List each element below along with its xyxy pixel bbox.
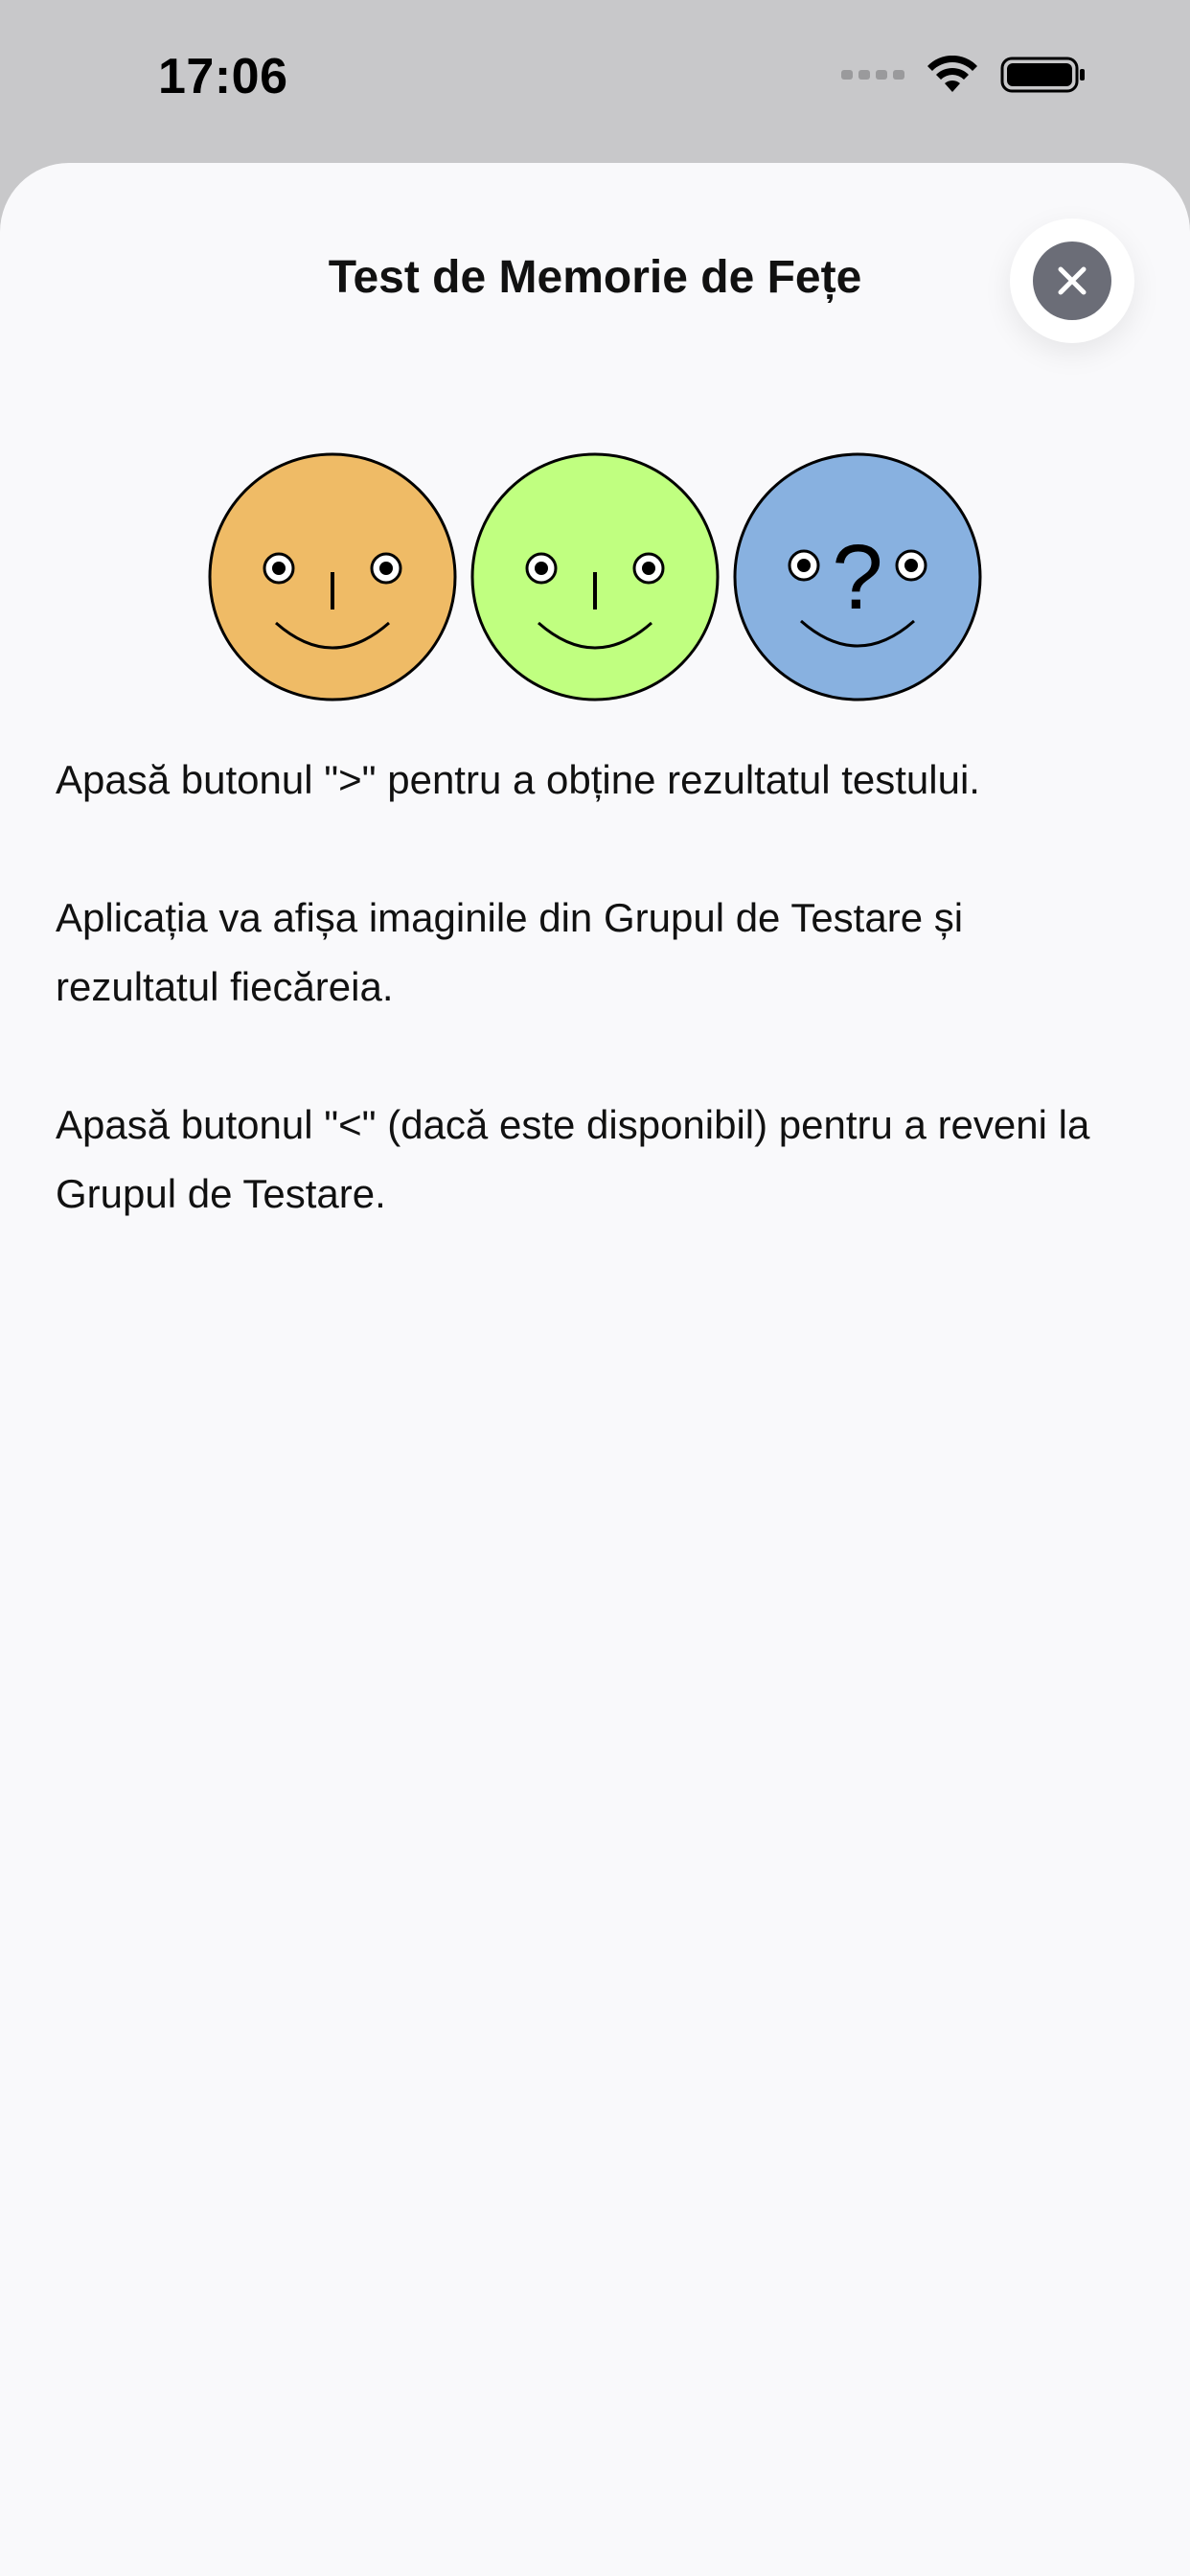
close-icon (1058, 266, 1087, 295)
close-button[interactable] (1033, 242, 1111, 320)
cellular-signal-icon (841, 70, 904, 80)
status-icons (841, 56, 1087, 94)
status-bar: 17:06 (0, 0, 1190, 163)
instruction-paragraph: Apasă butonul ">" pentru a obține rezult… (56, 757, 980, 802)
close-button-container (1010, 218, 1134, 343)
wifi-icon (927, 56, 977, 92)
sheet-modal: Test de Memorie de Fețe ? Apasă butonul … (0, 163, 1190, 2576)
face-blue-question: ? (733, 452, 982, 702)
screen: 17:06 Test de Memorie de Fețe ? Apasă bu… (0, 0, 1190, 2576)
face-orange (208, 452, 457, 702)
battery-icon (1000, 57, 1085, 93)
faces-illustration: ? (208, 452, 982, 702)
question-mark: ? (832, 526, 882, 629)
instruction-paragraph: Aplicația va afișa imaginile din Grupul … (56, 895, 964, 1009)
status-time: 17:06 (158, 49, 288, 104)
face-green (470, 452, 720, 702)
instructions-text: Apasă butonul ">" pentru a obține rezult… (56, 746, 1129, 1298)
instruction-paragraph: Apasă butonul "<" (dacă este disponibil)… (56, 1102, 1090, 1216)
